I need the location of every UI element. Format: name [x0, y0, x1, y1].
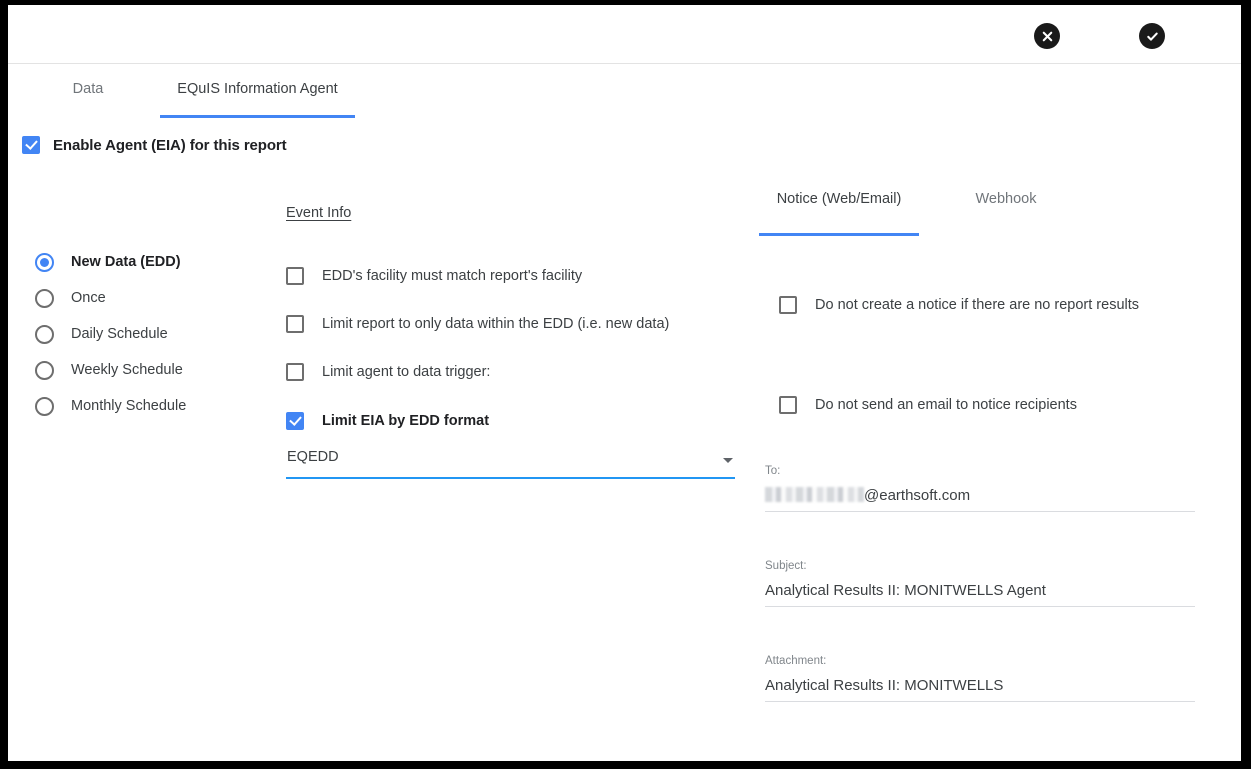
- radio-new-data-edd-label: New Data (EDD): [71, 254, 181, 270]
- radio-daily-schedule[interactable]: Daily Schedule: [35, 316, 265, 352]
- app-canvas: Data EQuIS Information Agent Enable Agen…: [8, 5, 1241, 761]
- checkbox-limit-eia-by-edd-format[interactable]: [286, 412, 304, 430]
- attachment-field-input[interactable]: Analytical Results II: MONITWELLS: [765, 676, 1195, 702]
- to-field-input[interactable]: @earthsoft.com: [765, 486, 1195, 512]
- checkbox-no-email-to-recipients-label: Do not send an email to notice recipient…: [815, 397, 1077, 413]
- checkbox-row-limit-report-to-edd-data[interactable]: Limit report to only data within the EDD…: [286, 315, 736, 333]
- checkbox-row-no-notice-if-no-results[interactable]: Do not create a notice if there are no r…: [779, 296, 1231, 314]
- edd-format-select-value: EQEDD: [287, 449, 339, 465]
- tab-webhook-label: Webhook: [975, 191, 1037, 207]
- radio-daily-schedule-control[interactable]: [35, 324, 54, 344]
- tab-notice-web-email-label: Notice (Web/Email): [776, 191, 902, 207]
- event-info-heading: Event Info: [286, 205, 352, 221]
- radio-weekly-schedule-control[interactable]: [35, 360, 54, 380]
- radio-monthly-schedule[interactable]: Monthly Schedule: [35, 388, 265, 424]
- checkbox-limit-eia-by-edd-format-label: Limit EIA by EDD format: [322, 413, 490, 429]
- radio-monthly-schedule-label: Monthly Schedule: [71, 398, 187, 414]
- checkbox-limit-report-to-edd-data-label: Limit report to only data within the EDD…: [322, 316, 670, 332]
- schedule-radio-group: New Data (EDD) Once Daily Schedule Weekl…: [35, 244, 265, 424]
- event-info-section: Event Info EDD's facility must match rep…: [286, 205, 736, 479]
- radio-daily-schedule-label: Daily Schedule: [71, 326, 168, 342]
- radio-monthly-schedule-control[interactable]: [35, 396, 54, 416]
- window-frame: Data EQuIS Information Agent Enable Agen…: [0, 0, 1251, 769]
- to-field-group: To: @earthsoft.com: [765, 465, 1195, 512]
- tab-equis-information-agent[interactable]: EQuIS Information Agent: [160, 63, 355, 118]
- checkbox-no-notice-if-no-results[interactable]: [779, 296, 797, 314]
- checkbox-row-no-email-to-recipients[interactable]: Do not send an email to notice recipient…: [779, 396, 1231, 414]
- tab-equis-information-agent-label: EQuIS Information Agent: [177, 81, 338, 97]
- attachment-field-value: Analytical Results II: MONITWELLS: [765, 677, 1004, 694]
- subject-field-group: Subject: Analytical Results II: MONITWEL…: [765, 560, 1195, 607]
- header-bar: [8, 5, 1241, 64]
- radio-once-control[interactable]: [35, 288, 54, 308]
- subject-field-label: Subject:: [765, 560, 807, 572]
- checkbox-no-notice-if-no-results-label: Do not create a notice if there are no r…: [815, 297, 1140, 313]
- redacted-email-local-part: [765, 487, 864, 502]
- to-field-label: To:: [765, 465, 781, 477]
- radio-new-data-edd-control[interactable]: [35, 252, 54, 272]
- to-field-value: @earthsoft.com: [864, 487, 971, 504]
- tab-webhook[interactable]: Webhook: [967, 191, 1045, 233]
- radio-new-data-edd[interactable]: New Data (EDD): [35, 244, 265, 280]
- check-circle-icon[interactable]: [1139, 23, 1165, 49]
- attachment-field-group: Attachment: Analytical Results II: MONIT…: [765, 655, 1195, 702]
- notice-tab-bar: Notice (Web/Email) Webhook: [751, 191, 1231, 236]
- top-tab-bar: Data EQuIS Information Agent: [8, 63, 1241, 118]
- checkbox-edd-facility-match[interactable]: [286, 267, 304, 285]
- close-circle-icon[interactable]: [1034, 23, 1060, 49]
- checkbox-row-limit-eia-by-edd-format[interactable]: Limit EIA by EDD format: [286, 412, 736, 430]
- checkbox-row-edd-facility-match[interactable]: EDD's facility must match report's facil…: [286, 267, 736, 285]
- checkbox-limit-report-to-edd-data[interactable]: [286, 315, 304, 333]
- radio-once-label: Once: [71, 290, 106, 306]
- chevron-down-icon[interactable]: [723, 458, 733, 463]
- notice-section: Notice (Web/Email) Webhook Do not create…: [751, 191, 1231, 702]
- checkbox-limit-agent-to-data-trigger[interactable]: [286, 363, 304, 381]
- checkbox-no-email-to-recipients[interactable]: [779, 396, 797, 414]
- enable-agent-checkbox-row[interactable]: Enable Agent (EIA) for this report: [22, 136, 287, 154]
- edd-format-select[interactable]: EQEDD: [286, 449, 735, 479]
- radio-weekly-schedule[interactable]: Weekly Schedule: [35, 352, 265, 388]
- tab-data[interactable]: Data: [60, 63, 116, 115]
- enable-agent-label: Enable Agent (EIA) for this report: [53, 136, 287, 154]
- subject-field-input[interactable]: Analytical Results II: MONITWELLS Agent: [765, 581, 1195, 607]
- enable-agent-checkbox[interactable]: [22, 136, 40, 154]
- radio-weekly-schedule-label: Weekly Schedule: [71, 362, 183, 378]
- attachment-field-label: Attachment:: [765, 655, 827, 667]
- tab-notice-web-email[interactable]: Notice (Web/Email): [759, 191, 919, 236]
- radio-once[interactable]: Once: [35, 280, 265, 316]
- checkbox-edd-facility-match-label: EDD's facility must match report's facil…: [322, 268, 583, 284]
- subject-field-value: Analytical Results II: MONITWELLS Agent: [765, 582, 1046, 599]
- checkbox-row-limit-agent-to-data-trigger[interactable]: Limit agent to data trigger:: [286, 363, 736, 381]
- tab-data-label: Data: [72, 81, 104, 97]
- checkbox-limit-agent-to-data-trigger-label: Limit agent to data trigger:: [322, 364, 491, 380]
